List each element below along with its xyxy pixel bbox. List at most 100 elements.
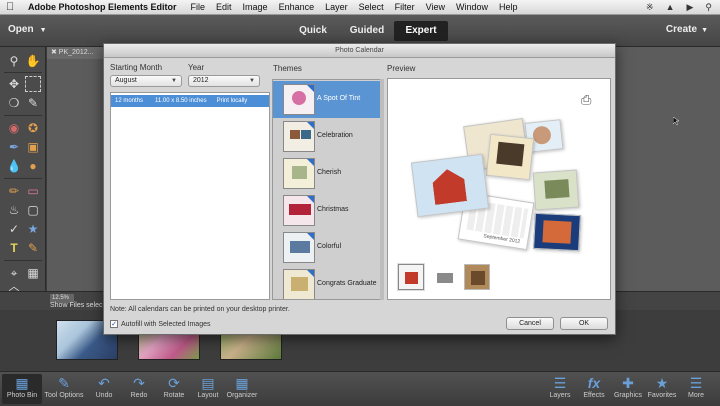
print-note: Note: All calendars can be printed on yo…	[110, 306, 290, 313]
theme-item-celebration[interactable]: Celebration	[273, 118, 383, 155]
brush-tool-icon[interactable]: ✏	[6, 183, 22, 199]
hand-tool-icon[interactable]: ✋	[25, 53, 41, 69]
cancel-button[interactable]: Cancel	[506, 317, 554, 330]
starting-month-label: Starting Month	[110, 63, 163, 72]
menubar:  Adobe Photoshop Elements Editor File E…	[0, 0, 720, 15]
autofill-checkbox[interactable]: ✓ Autofill with Selected Images	[110, 320, 211, 328]
redo-button[interactable]: ↷ Redo	[119, 374, 159, 399]
eraser-tool-icon[interactable]: ▭	[25, 183, 41, 199]
theme-art	[290, 130, 300, 139]
starting-month-select[interactable]: August ▼	[110, 75, 182, 87]
theme-name: Colorful	[317, 243, 342, 250]
theme-thumbnail	[283, 232, 315, 263]
calendar-preview: ⎙ September 2012	[387, 78, 611, 300]
document-tab[interactable]: ✖ PK_2012...	[47, 47, 107, 59]
photo-bin-icon: ▦	[15, 375, 29, 391]
open-button[interactable]: Open ▼	[8, 24, 47, 35]
clone-stamp-tool-icon[interactable]: ▣	[25, 139, 41, 155]
blur-tool-icon[interactable]: 💧	[6, 158, 22, 174]
theme-thumbnail	[283, 84, 315, 115]
more-button[interactable]: ☰ More	[676, 374, 716, 399]
wifi-icon[interactable]: ▲	[666, 2, 675, 13]
tool-options-button[interactable]: ✎ Tool Options	[44, 374, 84, 399]
recompose-tool-icon[interactable]: ▦	[25, 265, 41, 281]
theme-item-christmas[interactable]: Christmas	[273, 192, 383, 229]
tab-quick[interactable]: Quick	[286, 21, 340, 41]
create-button[interactable]: Create ▼	[666, 24, 708, 35]
theme-item-a-spot-of-tint[interactable]: A Spot Of Tint	[273, 81, 383, 118]
menu-select[interactable]: Select	[359, 2, 384, 12]
more-icon: ☰	[689, 375, 703, 391]
photo-bin-button[interactable]: ▦ Photo Bin	[2, 374, 42, 404]
volume-icon[interactable]: ▶	[686, 2, 693, 13]
zoom-tool-icon[interactable]: ⚲	[6, 53, 22, 69]
autofill-label: Autofill with Selected Images	[121, 320, 211, 328]
calendar-page-photo	[533, 212, 581, 252]
chevron-down-icon: ▼	[39, 27, 47, 34]
quick-selection-tool-icon[interactable]: ✎	[25, 95, 41, 111]
theme-item-congrats-graduate[interactable]: Congrats Graduate	[273, 266, 383, 299]
starting-month-value: August	[115, 77, 137, 84]
show-files-select[interactable]: Show Files selec	[50, 302, 103, 309]
menu-view[interactable]: View	[426, 2, 445, 12]
photo-art	[544, 179, 570, 199]
paint-bucket-tool-icon[interactable]: ♨	[6, 202, 22, 218]
bluetooth-icon[interactable]: ※	[646, 2, 654, 13]
photo-art	[542, 220, 572, 244]
calendar-size-row[interactable]: 12 months 11.00 x 8.50 inches Print loca…	[111, 95, 269, 107]
spot-healing-tool-icon[interactable]: ✪	[25, 120, 41, 136]
type-tool-icon[interactable]: T	[6, 240, 22, 256]
tool-options-label: Tool Options	[44, 392, 84, 399]
pencil-tool-icon[interactable]: ✎	[25, 240, 41, 256]
menu-help[interactable]: Help	[499, 2, 518, 12]
lasso-tool-icon[interactable]: ❍	[6, 95, 22, 111]
thumb-art	[471, 271, 485, 285]
themes-scrollbar[interactable]	[380, 79, 384, 300]
redo-label: Redo	[130, 392, 148, 399]
theme-item-colorful[interactable]: Colorful	[273, 229, 383, 266]
thumb-art	[405, 272, 418, 284]
tab-expert[interactable]: Expert	[394, 21, 448, 41]
tool-divider	[4, 72, 42, 73]
year-select[interactable]: 2012 ▼	[188, 75, 260, 87]
tab-guided[interactable]: Guided	[340, 21, 394, 41]
organizer-button[interactable]: ▦ Organizer	[222, 374, 262, 399]
menu-layer[interactable]: Layer	[325, 2, 348, 12]
preview-thumb-2[interactable]	[431, 264, 457, 290]
dog-photo-art	[496, 141, 525, 167]
more-label: More	[688, 392, 704, 399]
menu-image[interactable]: Image	[243, 2, 268, 12]
theme-art	[292, 166, 307, 179]
marquee-tool-icon[interactable]	[25, 76, 41, 92]
themes-list: A Spot Of Tint Celebration Cherish Chris…	[272, 79, 384, 300]
app-name-menu[interactable]: Adobe Photoshop Elements Editor	[28, 2, 177, 12]
theme-name: Celebration	[317, 132, 353, 139]
undo-button[interactable]: ↶ Undo	[84, 374, 124, 399]
apple-icon[interactable]: 	[6, 1, 18, 13]
mouse-cursor-icon	[673, 117, 679, 125]
smart-brush-tool-icon[interactable]: ✒	[6, 139, 22, 155]
theme-item-cherish[interactable]: Cherish	[273, 155, 383, 192]
ok-button[interactable]: OK	[560, 317, 608, 330]
checkbox-checked-icon[interactable]: ✓	[110, 320, 118, 328]
menu-window[interactable]: Window	[456, 2, 488, 12]
preview-thumb-1[interactable]	[398, 264, 424, 290]
theme-name: A Spot Of Tint	[317, 95, 361, 102]
crop-tool-icon[interactable]: ⌖	[6, 265, 22, 281]
preview-thumb-3[interactable]	[464, 264, 490, 290]
color-picker-tool-icon[interactable]: ✓	[6, 221, 22, 237]
printer-icon[interactable]: ⎙	[581, 92, 591, 108]
menu-filter[interactable]: Filter	[395, 2, 415, 12]
size-months: 12 months	[115, 98, 144, 104]
menu-file[interactable]: File	[191, 2, 206, 12]
custom-shape-tool-icon[interactable]: ★	[25, 221, 41, 237]
tool-options-icon: ✎	[58, 375, 70, 391]
gradient-tool-icon[interactable]: ▢	[25, 202, 41, 218]
menu-edit[interactable]: Edit	[216, 2, 232, 12]
move-tool-icon[interactable]: ✥	[6, 76, 22, 92]
sponge-tool-icon[interactable]: ●	[25, 158, 41, 174]
menu-enhance[interactable]: Enhance	[279, 2, 315, 12]
red-eye-tool-icon[interactable]: ◉	[6, 120, 22, 136]
create-label: Create	[665, 24, 698, 35]
spotlight-icon[interactable]: ⚲	[705, 2, 712, 13]
